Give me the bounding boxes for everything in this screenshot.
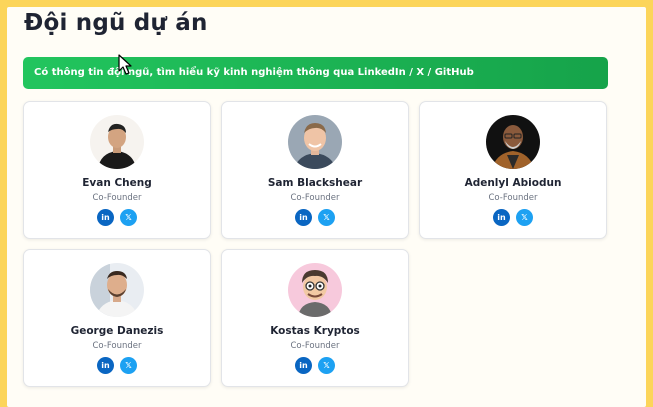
avatar (288, 263, 342, 317)
member-name: Evan Cheng (82, 177, 152, 189)
x-icon[interactable]: 𝕏 (318, 209, 335, 226)
x-icon[interactable]: 𝕏 (318, 357, 335, 374)
x-icon[interactable]: 𝕏 (120, 357, 137, 374)
social-links: in 𝕏 (420, 209, 606, 226)
member-role: Co-Founder (290, 341, 340, 351)
avatar (288, 115, 342, 169)
team-card: George Danezis Co-Founder in 𝕏 (23, 249, 211, 387)
linkedin-icon[interactable]: in (97, 209, 114, 226)
team-card: Adenlyl Abiodun Co-Founder in 𝕏 (419, 101, 607, 239)
member-name: George Danezis (70, 325, 164, 337)
linkedin-icon[interactable]: in (493, 209, 510, 226)
member-role: Co-Founder (488, 193, 538, 203)
avatar (90, 115, 144, 169)
info-banner: Có thông tin đội ngũ, tìm hiểu kỹ kinh n… (23, 57, 608, 89)
avatar (90, 263, 144, 317)
mouse-cursor-icon (118, 54, 132, 75)
member-role: Co-Founder (290, 193, 340, 203)
member-name: Adenlyl Abiodun (464, 177, 562, 189)
avatar (486, 115, 540, 169)
member-role: Co-Founder (92, 341, 142, 351)
team-card: Sam Blackshear Co-Founder in 𝕏 (221, 101, 409, 239)
x-icon[interactable]: 𝕏 (120, 209, 137, 226)
social-links: in 𝕏 (222, 209, 408, 226)
member-name: Kostas Kryptos (270, 325, 360, 337)
team-card: Evan Cheng Co-Founder in 𝕏 (23, 101, 211, 239)
page-title: Đội ngũ dự án (24, 10, 208, 36)
linkedin-icon[interactable]: in (295, 209, 312, 226)
linkedin-icon[interactable]: in (295, 357, 312, 374)
social-links: in 𝕏 (222, 357, 408, 374)
linkedin-icon[interactable]: in (97, 357, 114, 374)
team-card: Kostas Kryptos Co-Founder in 𝕏 (221, 249, 409, 387)
social-links: in 𝕏 (24, 357, 210, 374)
social-links: in 𝕏 (24, 209, 210, 226)
team-panel: Đội ngũ dự án Có thông tin đội ngũ, tìm … (7, 7, 646, 407)
x-icon[interactable]: 𝕏 (516, 209, 533, 226)
member-name: Sam Blackshear (267, 177, 363, 189)
member-role: Co-Founder (92, 193, 142, 203)
